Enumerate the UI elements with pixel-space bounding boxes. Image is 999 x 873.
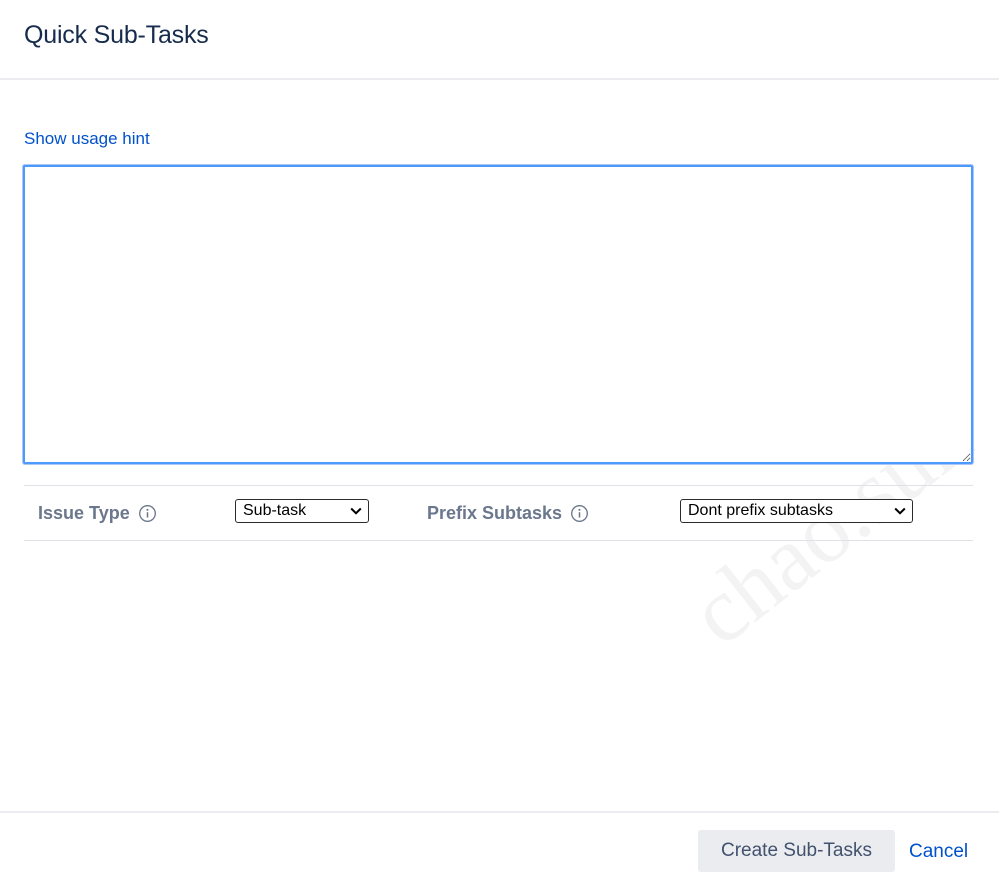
cancel-link[interactable]: Cancel xyxy=(909,841,968,863)
prefix-subtasks-label: Prefix Subtasks xyxy=(427,503,563,523)
chevron-down-icon xyxy=(350,507,362,515)
prefix-subtasks-select[interactable]: Dont prefix subtasks xyxy=(680,499,913,523)
issue-type-label: Issue Type xyxy=(38,503,130,523)
chevron-down-icon xyxy=(894,507,906,515)
prefix-subtasks-label-group: Prefix Subtasks xyxy=(427,503,589,524)
info-icon[interactable] xyxy=(570,504,589,523)
issue-type-select-value: Sub-task xyxy=(243,502,307,519)
show-usage-hint-link[interactable]: Show usage hint xyxy=(24,129,150,149)
info-icon[interactable] xyxy=(138,504,157,523)
subtasks-textarea[interactable] xyxy=(23,165,973,464)
issue-type-select[interactable]: Sub-task xyxy=(235,499,369,523)
prefix-subtasks-select-value: Dont prefix subtasks xyxy=(688,502,833,519)
issue-type-label-group: Issue Type xyxy=(38,503,157,524)
dialog-title: Quick Sub-Tasks xyxy=(24,21,209,49)
quick-subtasks-dialog: chao.sun chao.sun Quick Sub-Tasks Show u… xyxy=(0,0,999,873)
dialog-footer: Create Sub-Tasks Cancel xyxy=(0,811,999,873)
dialog-header: Quick Sub-Tasks xyxy=(0,0,999,80)
create-subtasks-button[interactable]: Create Sub-Tasks xyxy=(698,830,895,872)
options-row: Issue Type Sub-task Prefix Subtasks Dont… xyxy=(24,485,973,541)
